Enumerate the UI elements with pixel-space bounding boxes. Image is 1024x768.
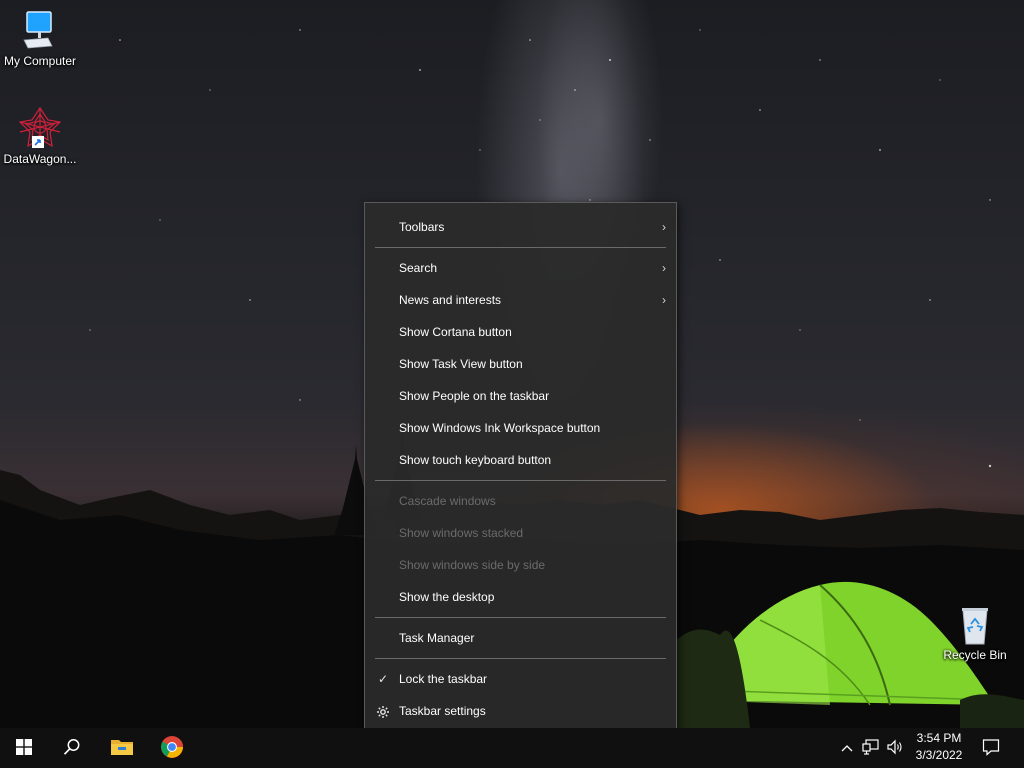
menu-item-label: Show People on the taskbar (399, 389, 550, 403)
desktop-icon-datawagon[interactable]: DataWagon... (0, 106, 80, 166)
menu-item-show-people[interactable]: Show People on the taskbar (365, 380, 676, 412)
submenu-arrow-icon: › (662, 220, 666, 234)
search-icon (63, 738, 81, 759)
menu-item-label: Show touch keyboard button (399, 453, 552, 467)
start-button[interactable] (0, 728, 48, 768)
desktop-icon-recycle-bin[interactable]: Recycle Bin (935, 602, 1015, 662)
menu-item-label: News and interests (399, 293, 502, 307)
windows-logo-icon (16, 738, 32, 758)
menu-item-label: Search (399, 261, 438, 275)
notification-icon (982, 738, 1000, 759)
chrome-button[interactable] (148, 728, 196, 768)
submenu-arrow-icon: › (662, 293, 666, 307)
menu-item-label: Toolbars (399, 220, 445, 234)
submenu-arrow-icon: › (662, 261, 666, 275)
menu-item-label: Show Cortana button (399, 325, 512, 339)
clock-time: 3:54 PM (916, 731, 962, 745)
show-hidden-icons-button[interactable] (838, 728, 856, 768)
menu-item-show-task-view-button[interactable]: Show Task View button (365, 348, 676, 380)
datawagon-logo-icon (18, 106, 62, 150)
chrome-icon (160, 735, 184, 762)
menu-item-task-manager[interactable]: Task Manager (365, 622, 676, 654)
clock-date: 3/3/2022 (915, 748, 963, 762)
chevron-up-icon (841, 741, 853, 755)
menu-item-lock-the-taskbar[interactable]: ✓ Lock the taskbar (365, 663, 676, 695)
menu-item-news-and-interests[interactable]: News and interests › (365, 284, 676, 316)
gear-icon (375, 695, 391, 727)
network-tray-button[interactable] (860, 728, 882, 768)
monitor-icon (18, 8, 62, 52)
menu-item-toolbars[interactable]: Toolbars › (365, 211, 676, 243)
menu-item-show-windows-ink[interactable]: Show Windows Ink Workspace button (365, 412, 676, 444)
speaker-icon (886, 739, 904, 758)
menu-item-show-the-desktop[interactable]: Show the desktop (365, 581, 676, 613)
menu-item-show-cortana-button[interactable]: Show Cortana button (365, 316, 676, 348)
desktop-icon-label: Recycle Bin (943, 648, 1007, 662)
menu-separator (375, 658, 666, 659)
menu-item-label: Lock the taskbar (399, 672, 488, 686)
checkmark-icon: ✓ (377, 672, 389, 686)
menu-separator (375, 247, 666, 248)
recycle-bin-icon (953, 602, 997, 646)
menu-item-search[interactable]: Search › (365, 252, 676, 284)
menu-item-label: Task Manager (399, 631, 475, 645)
menu-item-label: Show Task View button (399, 357, 523, 371)
menu-item-cascade-windows: Cascade windows (365, 485, 676, 517)
menu-item-label: Cascade windows (399, 494, 496, 508)
desktop-icon-my-computer[interactable]: My Computer (0, 8, 80, 68)
menu-item-label: Show windows side by side (399, 558, 546, 572)
menu-item-show-touch-keyboard[interactable]: Show touch keyboard button (365, 444, 676, 476)
menu-separator (375, 617, 666, 618)
search-button[interactable] (48, 728, 96, 768)
menu-item-label: Show Windows Ink Workspace button (399, 421, 601, 435)
taskbar-clock[interactable]: 3:54 PM 3/3/2022 (908, 730, 970, 766)
menu-item-show-windows-stacked: Show windows stacked (365, 517, 676, 549)
taskbar-context-menu: Toolbars › Search › News and interests ›… (364, 202, 677, 735)
file-explorer-button[interactable] (98, 728, 146, 768)
menu-item-label: Show windows stacked (399, 526, 524, 540)
menu-item-label: Taskbar settings (399, 704, 486, 718)
folder-icon (110, 737, 134, 760)
action-center-button[interactable] (976, 728, 1006, 768)
menu-separator (375, 480, 666, 481)
taskbar: 3:54 PM 3/3/2022 (0, 728, 1024, 768)
volume-tray-button[interactable] (884, 728, 906, 768)
menu-item-show-windows-side-by-side: Show windows side by side (365, 549, 676, 581)
desktop-icon-label: DataWagon... (3, 152, 77, 166)
menu-item-label: Show the desktop (399, 590, 495, 604)
menu-item-taskbar-settings[interactable]: Taskbar settings (365, 695, 676, 727)
network-icon (862, 738, 880, 758)
desktop-icon-label: My Computer (3, 54, 77, 68)
